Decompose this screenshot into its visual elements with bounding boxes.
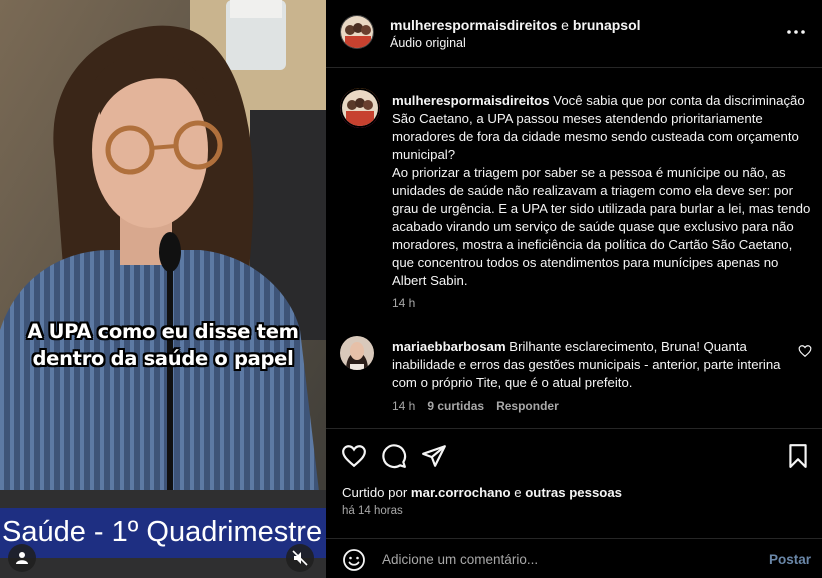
audio-link[interactable]: Áudio original — [390, 36, 466, 50]
liked-by-others[interactable]: outras pessoas — [525, 485, 622, 500]
comment-likes[interactable]: 9 curtidas — [427, 399, 484, 413]
avatar-image — [340, 336, 374, 370]
save-bookmark-icon[interactable] — [785, 443, 811, 469]
post-comment-button[interactable]: Postar — [769, 552, 811, 567]
comment-author[interactable]: mariaebbarbosam — [392, 339, 506, 354]
muted-speaker-icon — [292, 550, 308, 566]
caption-line: dentro da saúde o papel — [32, 347, 294, 370]
video-caption: A UPA como eu disse tem dentro da saúde … — [0, 318, 326, 372]
share-paper-plane-icon[interactable] — [421, 443, 447, 469]
liked-by-connector: e — [510, 485, 526, 500]
commenter-avatar[interactable] — [340, 336, 374, 370]
post-header: mulherespormaisdireitos e brunapsol Áudi… — [326, 0, 822, 68]
liked-by: Curtido por mar.corrochano e outras pess… — [342, 485, 622, 500]
emoji-icon[interactable] — [342, 548, 366, 572]
comment-text: mariaebbarbosam Brilhante esclarecimento… — [392, 338, 792, 392]
caption-avatar[interactable] — [340, 88, 380, 128]
post-details-panel: mulherespormaisdireitos e brunapsol Áudi… — [326, 0, 822, 578]
liked-by-prefix: Curtido por — [342, 485, 411, 500]
post-actions: Curtido por mar.corrochano e outras pess… — [326, 428, 822, 540]
tagged-users-button[interactable] — [8, 544, 36, 572]
liked-by-user[interactable]: mar.corrochano — [411, 485, 511, 500]
account-avatar[interactable] — [340, 15, 374, 49]
post-authors: mulherespormaisdireitos e brunapsol — [390, 17, 641, 33]
video-frame — [0, 0, 326, 578]
more-options-icon[interactable] — [784, 22, 808, 42]
add-comment-bar: Adicione um comentário... Postar — [326, 538, 822, 578]
author-link[interactable]: brunapsol — [573, 17, 641, 33]
comment-bubble-icon[interactable] — [381, 443, 407, 469]
author-link[interactable]: mulherespormaisdireitos — [390, 17, 557, 33]
caption-text: mulherespormaisdireitos Você sabia que p… — [392, 92, 812, 290]
comment-timestamp[interactable]: 14 h — [392, 399, 415, 413]
user-icon — [16, 552, 28, 564]
comment-meta: 14 h 9 curtidas Responder — [392, 399, 571, 413]
post-timestamp[interactable]: há 14 horas — [342, 505, 403, 517]
story-ring — [340, 88, 380, 128]
avatar-image — [341, 16, 373, 48]
video-lower-third: Saúde - 1º Quadrimestre — [0, 508, 326, 558]
caption-line: A UPA como eu disse tem — [27, 320, 299, 343]
reply-button[interactable]: Responder — [496, 399, 559, 413]
avatar-image — [342, 90, 378, 126]
caption-body: Você sabia que por conta da discriminaçã… — [392, 93, 811, 288]
comment-input[interactable]: Adicione um comentário... — [382, 552, 538, 567]
caption-author[interactable]: mulherespormaisdireitos — [392, 93, 550, 108]
caption-timestamp[interactable]: 14 h — [392, 296, 415, 310]
lower-third-text: Saúde - 1º Quadrimestre — [2, 516, 323, 548]
like-heart-icon[interactable] — [341, 443, 367, 469]
like-comment-heart-icon[interactable] — [798, 344, 812, 358]
authors-connector: e — [557, 17, 573, 33]
reel-video[interactable]: A UPA como eu disse tem dentro da saúde … — [0, 0, 326, 578]
mute-button[interactable] — [286, 544, 314, 572]
